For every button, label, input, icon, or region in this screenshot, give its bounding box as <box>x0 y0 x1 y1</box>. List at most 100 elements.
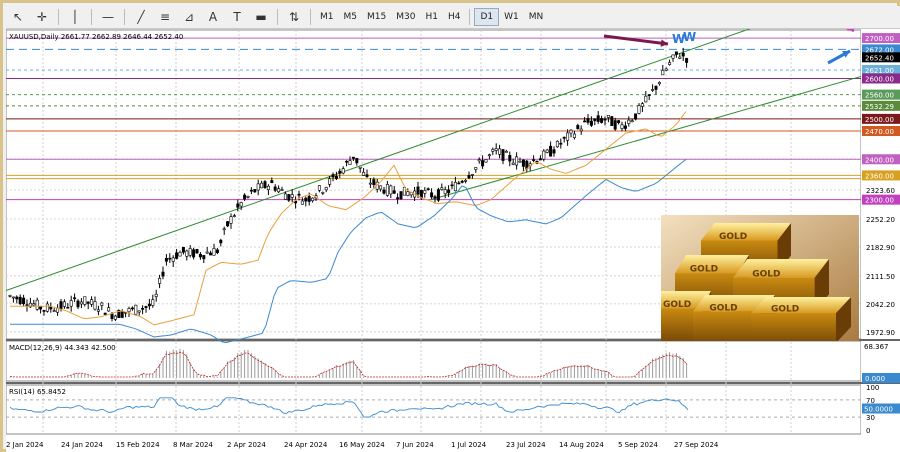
gold-bar-top <box>751 297 851 314</box>
candle-body <box>22 297 26 305</box>
candle-body <box>42 310 46 312</box>
rectangle-icon[interactable]: ▬ <box>249 8 273 26</box>
candle-body <box>681 52 685 57</box>
candle-body <box>365 174 369 177</box>
timeframe-m1[interactable]: M1 <box>315 8 339 26</box>
text-label-icon[interactable]: T <box>225 8 249 26</box>
gold-bar-front <box>751 313 836 341</box>
price-scale-label: 2323.60 <box>866 187 895 195</box>
date-label: 27 Sep 2024 <box>674 441 719 449</box>
candle-body <box>416 186 420 195</box>
toolbar-separator <box>58 9 59 25</box>
candle-body <box>443 189 447 194</box>
candle-body <box>613 120 617 130</box>
candle-body <box>477 159 481 162</box>
candle-body <box>542 150 546 160</box>
vertical-line-icon[interactable]: │ <box>63 8 87 26</box>
candle-body <box>219 239 223 244</box>
candle-body <box>657 82 661 85</box>
fibonacci-icon[interactable]: ≡ <box>153 8 177 26</box>
candle-body <box>392 190 396 194</box>
candle-body <box>195 249 199 254</box>
candle-body <box>130 307 134 310</box>
toolbar-separator <box>469 9 471 25</box>
candle-body <box>270 180 274 184</box>
rsi-scale-label: 50.0000 <box>864 406 893 414</box>
candle-body <box>328 178 332 185</box>
timeframe-d1[interactable]: D1 <box>474 8 500 26</box>
candle-body <box>450 184 454 187</box>
candle-body <box>348 160 352 165</box>
rsi-scale-label: 0 <box>866 427 870 435</box>
price-scale-label: 1972.90 <box>866 329 895 337</box>
shapes-icon[interactable]: ⊿ <box>177 8 201 26</box>
candle-body <box>147 303 151 307</box>
candle-body <box>215 249 219 254</box>
candle-body <box>86 301 90 304</box>
candle-body <box>134 304 138 315</box>
timeframe-mn[interactable]: MN <box>524 8 549 26</box>
text-icon[interactable]: A <box>201 8 225 26</box>
trendline-icon[interactable]: ╱ <box>129 8 153 26</box>
candle-body <box>321 192 325 194</box>
price-tag-label: 2400.00 <box>865 156 894 164</box>
candle-body <box>338 170 342 174</box>
timeframe-h1[interactable]: H1 <box>420 8 443 26</box>
crosshair-icon[interactable]: ✛ <box>30 8 54 26</box>
price-tag-label: 2652.40 <box>865 54 894 62</box>
candle-body <box>300 200 304 205</box>
candle-body <box>627 119 631 124</box>
candle-body <box>161 271 165 277</box>
candle-body <box>538 158 542 161</box>
candle-body <box>453 182 457 192</box>
cursor-icon[interactable]: ↖ <box>6 8 30 26</box>
candle-body <box>552 149 556 154</box>
gold-bar-label: GOLD <box>771 305 799 315</box>
candle-body <box>202 255 206 260</box>
candle-body <box>141 308 145 310</box>
candle-body <box>460 180 464 183</box>
candle-body <box>498 148 502 155</box>
candle-body <box>32 303 36 306</box>
gold-bar-label: GOLD <box>709 303 737 313</box>
arrows-icon[interactable]: ⇅ <box>282 8 306 26</box>
candle-body <box>610 116 614 126</box>
candle-body <box>351 156 355 159</box>
price-tag-label: 2500.00 <box>865 116 894 124</box>
timeframe-m15[interactable]: M15 <box>362 8 391 26</box>
candle-body <box>620 124 624 129</box>
candle-body <box>508 155 512 162</box>
candle-body <box>385 184 389 196</box>
candle-body <box>467 175 471 179</box>
toolbar-separator <box>91 9 92 25</box>
timeframe-w1[interactable]: W1 <box>499 8 524 26</box>
timeframe-m30[interactable]: M30 <box>391 8 420 26</box>
candle-body <box>164 257 168 262</box>
candle-body <box>433 196 437 199</box>
candle-body <box>334 175 338 179</box>
date-label: 5 Sep 2024 <box>618 441 658 449</box>
candle-body <box>253 189 257 193</box>
date-label: 7 Jun 2024 <box>396 441 434 449</box>
candle-body <box>107 307 111 312</box>
candle-body <box>406 191 410 196</box>
candle-body <box>52 310 56 312</box>
timeframe-m5[interactable]: M5 <box>339 8 363 26</box>
candle-body <box>430 192 434 198</box>
candle-body <box>470 174 474 176</box>
candle-body <box>345 160 349 163</box>
candle-body <box>603 118 607 121</box>
candle-body <box>600 118 604 123</box>
rsi-scale-label: 100 <box>866 384 879 392</box>
candle-body <box>90 299 94 305</box>
horizontal-line-icon[interactable]: — <box>96 8 120 26</box>
timeframe-h4[interactable]: H4 <box>443 8 466 26</box>
candle-body <box>447 189 451 194</box>
candle-body <box>545 149 549 153</box>
candle-body <box>273 186 277 191</box>
candle-body <box>73 297 77 300</box>
candle-body <box>243 194 247 200</box>
date-label: 24 Apr 2024 <box>284 441 328 449</box>
candle-body <box>127 308 131 313</box>
macd-label: MACD(12,26,9) 44.343 42.500 <box>9 344 116 352</box>
